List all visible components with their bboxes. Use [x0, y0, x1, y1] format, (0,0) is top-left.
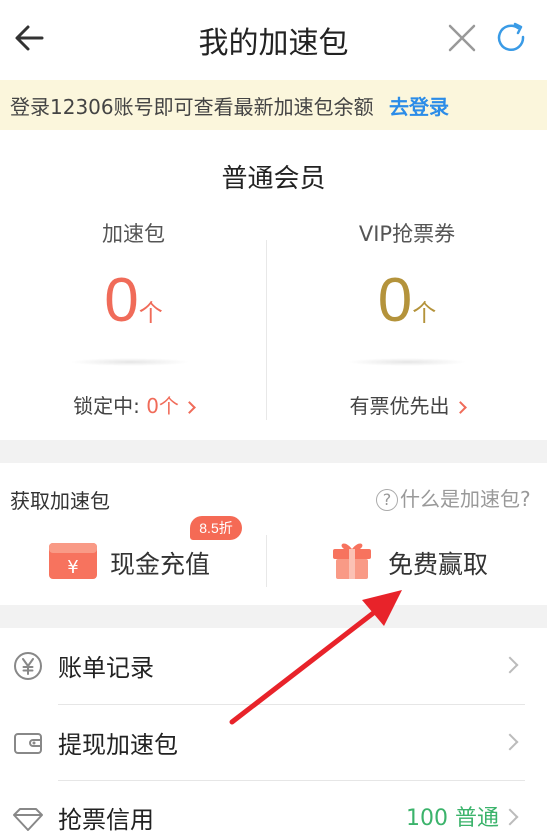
close-button[interactable]	[444, 20, 480, 56]
close-icon	[448, 24, 476, 52]
cash-recharge-button[interactable]: ¥ 现金充值	[48, 535, 248, 587]
speed-pack-count-number: 0	[104, 266, 139, 335]
chevron-right-icon	[453, 401, 467, 414]
wallet-icon	[14, 733, 42, 754]
list-item-bill-records[interactable]: 账单记录	[0, 628, 547, 704]
credit-value: 100 普通	[406, 806, 499, 831]
count-shadow	[347, 358, 467, 366]
free-win-button[interactable]: 免费赢取	[330, 535, 530, 587]
svg-text:¥: ¥	[67, 557, 78, 578]
get-speed-pack-section: 获取加速包 ? 什么是加速包? ¥ 现金充值 免费赢取	[0, 463, 547, 605]
vip-coupon-count-unit: 个	[412, 299, 437, 327]
login-notice-bar: 登录12306账号即可查看最新加速包余额 去登录	[0, 80, 547, 130]
diamond-icon	[13, 808, 43, 831]
gift-icon	[333, 543, 371, 579]
chevron-right-icon	[501, 733, 519, 751]
vip-coupon-column: VIP抢票券 0个 有票优先出	[267, 218, 547, 428]
count-shadow	[70, 358, 190, 366]
vip-coupon-label: VIP抢票券	[358, 222, 456, 246]
vip-coupon-count: 0个	[267, 270, 547, 332]
member-level: 普通会员	[221, 164, 326, 194]
chevron-right-icon	[501, 656, 519, 674]
option-divider	[266, 535, 267, 587]
question-icon: ?	[376, 489, 398, 511]
refresh-icon	[497, 22, 525, 52]
speed-pack-label: 加速包	[102, 222, 165, 246]
list-item-withdraw[interactable]: 提现加速包	[0, 705, 547, 781]
cash-recharge-label: 现金充值	[110, 550, 211, 579]
discount-badge: 8.5折	[190, 516, 242, 540]
cash-envelope-icon: ¥	[49, 543, 97, 579]
refresh-button[interactable]	[494, 20, 530, 56]
top-bar: 我的加速包	[0, 0, 547, 80]
priority-label: 有票优先出	[349, 394, 450, 418]
chevron-right-icon	[183, 401, 196, 414]
section-title: 获取加速包	[10, 489, 110, 513]
credit-label: 抢票信用	[58, 806, 154, 834]
free-win-label: 免费赢取	[388, 550, 489, 579]
login-notice-text: 登录12306账号即可查看最新加速包余额	[10, 95, 374, 119]
speed-pack-column: 加速包 0个 锁定中: 0个	[0, 218, 267, 428]
withdraw-label: 提现加速包	[58, 731, 178, 759]
yen-coin-icon	[14, 652, 42, 680]
chevron-right-icon	[501, 808, 519, 826]
bill-records-label: 账单记录	[58, 654, 154, 682]
menu-list: 账单记录 提现加速包 抢票信用 100 普通	[0, 628, 547, 840]
speed-pack-count-unit: 个	[138, 299, 163, 327]
locked-label: 锁定中:	[73, 394, 140, 418]
priority-link[interactable]: 有票优先出	[267, 390, 547, 419]
locked-link[interactable]: 锁定中: 0个	[0, 390, 267, 419]
login-link[interactable]: 去登录	[389, 91, 449, 120]
locked-value: 0个	[146, 394, 179, 418]
vip-coupon-count-number: 0	[377, 266, 413, 335]
page: 我的加速包 登录12306账号即可查看最新加速包余额 去登录 普通会员 加速包 …	[0, 0, 547, 840]
help-text: 什么是加速包?	[400, 487, 531, 511]
list-item-credit[interactable]: 抢票信用 100 普通	[0, 780, 547, 840]
member-card: 普通会员 加速包 0个 锁定中: 0个 VIP抢票券 0个 有票优先出	[0, 130, 547, 440]
speed-pack-count: 0个	[0, 270, 267, 332]
what-is-speed-pack-link[interactable]: ? 什么是加速包?	[376, 483, 531, 512]
